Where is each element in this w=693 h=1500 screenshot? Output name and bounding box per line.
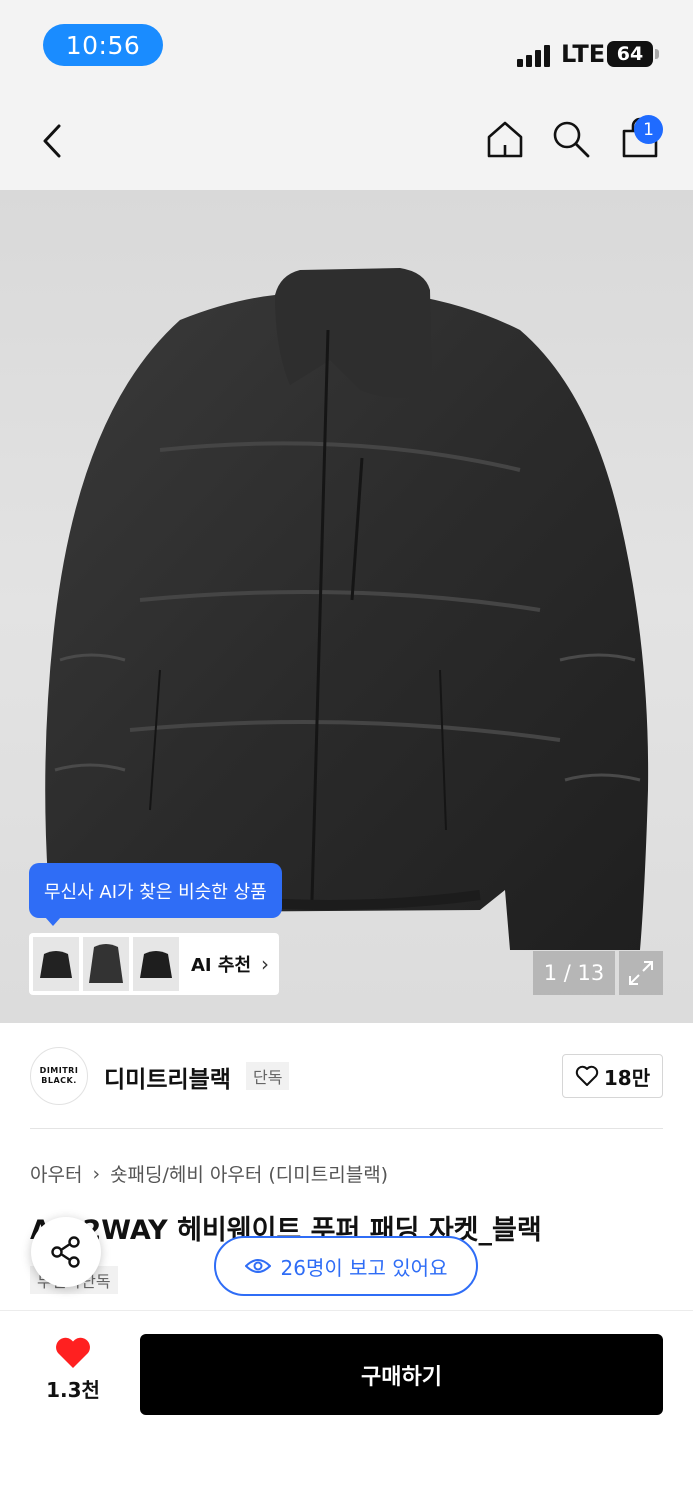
back-button[interactable] — [30, 114, 74, 168]
ai-thumbnail — [33, 937, 79, 991]
jacket-thumb-icon — [40, 951, 72, 978]
search-icon — [553, 121, 590, 158]
breadcrumb-level1[interactable]: 아우터 — [30, 1160, 82, 1187]
buy-button[interactable]: 구매하기 — [140, 1334, 663, 1415]
tooltip-tail — [45, 917, 61, 926]
heart-outline-icon — [575, 1065, 599, 1086]
wishlist-button[interactable]: 1.3천 — [40, 1336, 106, 1408]
brand-like-button[interactable]: 18만 — [562, 1054, 663, 1098]
expand-icon — [629, 961, 653, 985]
breadcrumb: 아우터 › 숏패딩/헤비 아우터 (디미트리블랙) — [30, 1160, 388, 1187]
battery-cap — [655, 49, 659, 59]
ai-recommend-card[interactable]: AI 추천 › — [29, 933, 279, 995]
status-time: 10:56 — [43, 24, 163, 66]
search-button[interactable] — [548, 114, 594, 164]
top-nav — [0, 92, 693, 190]
jacket-thumb-icon — [89, 944, 123, 983]
viewers-indicator: 26명이 보고 있어요 — [214, 1236, 478, 1296]
signal-icon — [517, 43, 550, 67]
chevron-left-icon — [43, 124, 61, 158]
ai-thumbnail — [83, 937, 129, 991]
breadcrumb-level2[interactable]: 숏패딩/헤비 아우터 (디미트리블랙) — [110, 1160, 388, 1187]
ai-thumbnail — [133, 937, 179, 991]
cart-badge: 1 — [634, 115, 663, 144]
viewers-text: 26명이 보고 있어요 — [280, 1255, 448, 1280]
battery-icon: 64 — [607, 41, 653, 67]
expand-button[interactable] — [619, 951, 663, 995]
home-button[interactable] — [482, 114, 528, 164]
share-button[interactable] — [31, 1217, 101, 1287]
chevron-right-icon: › — [261, 952, 270, 976]
brand-logo[interactable]: DIMITRI BLACK. — [30, 1047, 88, 1105]
divider — [30, 1128, 663, 1129]
home-icon — [487, 121, 523, 158]
jacket-thumb-icon — [140, 951, 172, 978]
heart-filled-icon — [56, 1337, 90, 1368]
ai-card-label: AI 추천 — [191, 955, 252, 976]
chevron-right-icon: › — [92, 1162, 101, 1185]
network-label: LTE — [561, 40, 606, 68]
wishlist-count: 1.3천 — [46, 1378, 100, 1402]
image-counter: 1 / 13 — [533, 951, 615, 995]
product-image-carousel[interactable]: 무신사 AI가 찾은 비슷한 상품 AI 추천 › 1 / 13 — [0, 190, 693, 1023]
eye-icon — [244, 1259, 271, 1273]
status-bar: 10:56 LTE 64 — [0, 0, 693, 92]
brand-like-count: 18만 — [603, 1065, 651, 1090]
brand-exclusive-badge: 단독 — [246, 1062, 290, 1090]
brand-name[interactable]: 디미트리블랙 — [104, 1060, 231, 1094]
brand-logo-text: DIMITRI — [39, 1066, 79, 1075]
share-icon — [51, 1236, 80, 1268]
brand-logo-text: BLACK. — [41, 1076, 77, 1085]
ai-recommend-tooltip: 무신사 AI가 찾은 비슷한 상품 — [29, 863, 282, 918]
